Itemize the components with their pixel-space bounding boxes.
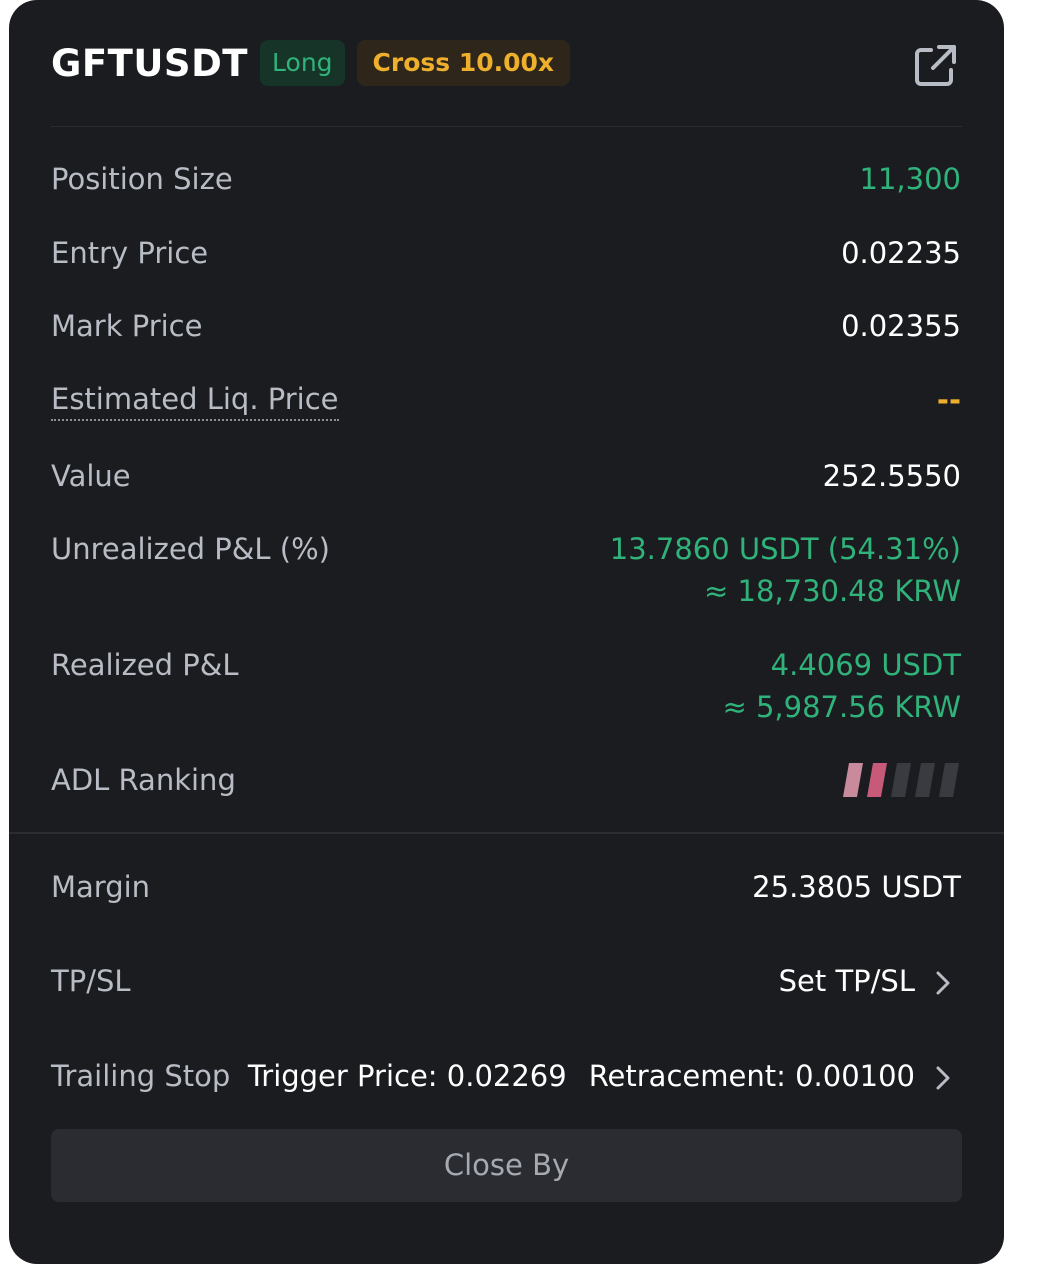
mark-price-label: Mark Price (51, 309, 203, 343)
position-header: GFTUSDT Long Cross 10.00x (51, 38, 571, 88)
realized-pnl-value: 4.4069 USDT (770, 648, 961, 682)
close-by-button[interactable]: Close By (51, 1129, 962, 1202)
position-size-label: Position Size (51, 162, 233, 196)
position-card: GFTUSDT Long Cross 10.00x Position Size … (9, 0, 1004, 1264)
realized-pnl-label: Realized P&L (51, 648, 239, 682)
position-size-value: 11,300 (859, 162, 961, 196)
margin-mode-badge[interactable]: Cross 10.00x (356, 40, 571, 86)
entry-price-label: Entry Price (51, 236, 209, 270)
realized-pnl-krw: ≈ 5,987.56 KRW (722, 690, 961, 724)
tpsl-label: TP/SL (51, 964, 131, 998)
trailing-stop-button[interactable]: Trigger Price: 0.02269 Retracement: 0.001… (248, 1055, 961, 1097)
unrealized-pnl-value: 13.7860 USDT (54.31%) (609, 532, 961, 566)
trailing-trigger-price: Trigger Price: 0.02269 (247, 1059, 567, 1093)
chevron-right-icon (936, 971, 950, 995)
set-tpsl-label: Set TP/SL (778, 964, 915, 998)
liq-price-value: -- (936, 383, 961, 417)
mark-price-value: 0.02355 (841, 309, 961, 343)
adl-bar-active (843, 763, 863, 797)
unrealized-pnl-krw: ≈ 18,730.48 KRW (704, 574, 961, 608)
adl-bar-active (867, 763, 887, 797)
value-label: Value (51, 459, 131, 493)
margin-label: Margin (51, 870, 151, 904)
entry-price-value: 0.02235 (841, 236, 961, 270)
adl-ranking-label: ADL Ranking (51, 763, 236, 797)
value-value: 252.5550 (822, 459, 961, 493)
header-divider (51, 126, 962, 127)
liq-price-label[interactable]: Estimated Liq. Price (51, 379, 339, 421)
margin-value: 25.3805 USDT (752, 870, 961, 904)
section-divider (9, 832, 1004, 834)
adl-ranking-indicator (843, 763, 959, 797)
chevron-right-icon (936, 1066, 950, 1090)
symbol-title: GFTUSDT (51, 41, 249, 85)
trailing-retracement: Retracement: 0.00100 (588, 1059, 915, 1093)
adl-bar-inactive (915, 763, 935, 797)
adl-bar-inactive (891, 763, 911, 797)
adl-bar-inactive (939, 763, 959, 797)
external-link-icon[interactable] (911, 42, 959, 90)
unrealized-pnl-label: Unrealized P&L (%) (51, 532, 330, 566)
trailing-stop-label: Trailing Stop (51, 1059, 231, 1093)
side-badge: Long (260, 40, 345, 86)
set-tpsl-button[interactable]: Set TP/SL (779, 960, 961, 1002)
